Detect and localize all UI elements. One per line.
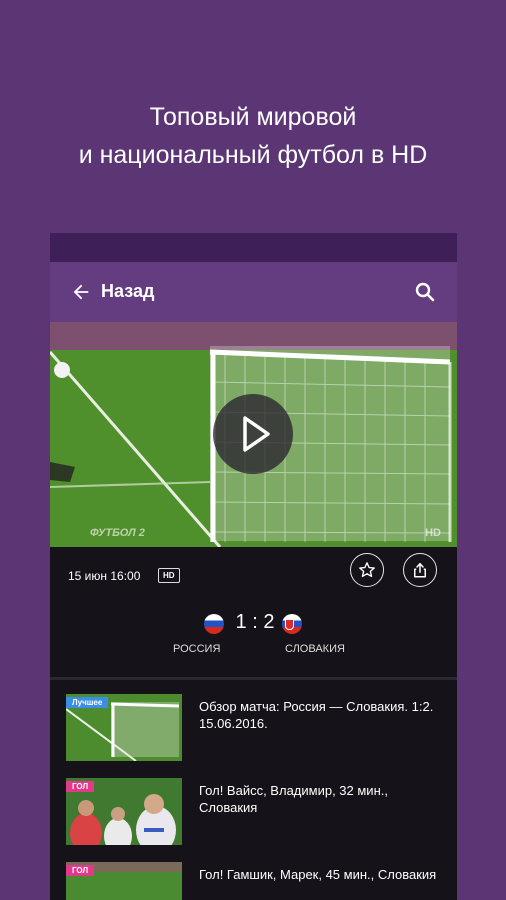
- hd-badge: HD: [158, 568, 180, 583]
- headline-line-2: и национальный футбол в HD: [78, 141, 428, 169]
- play-button[interactable]: [213, 394, 293, 474]
- list-item[interactable]: ГОЛ Гол! Вайсс, Владимир, 32 мин., Слова…: [50, 764, 457, 848]
- app-bar: Назад: [50, 262, 457, 322]
- match-date: 15 июн 16:00: [68, 569, 141, 583]
- list-item-title: Гол! Гамшик, Марек, 45 мин., Словакия: [199, 867, 437, 882]
- hd-watermark: HD: [425, 527, 441, 539]
- headline-line-1: Топовый мировой: [149, 103, 357, 131]
- share-button[interactable]: [403, 553, 437, 587]
- match-score: 1 : 2: [235, 611, 275, 633]
- promo-headline: Топовый мировой и национальный футбол в …: [0, 98, 506, 174]
- play-icon: [243, 416, 270, 452]
- russia-flag-icon: [204, 614, 224, 634]
- list-item-title: Обзор матча: Россия — Словакия. 1:2. 15.…: [199, 699, 434, 731]
- search-icon[interactable]: [413, 280, 437, 304]
- video-player[interactable]: ФУТБОЛ 2 HD: [50, 322, 457, 547]
- back-arrow-icon[interactable]: [70, 281, 92, 303]
- video-thumbnail: ГОЛ: [66, 862, 182, 900]
- list-item-title: Гол! Вайсс, Владимир, 32 мин., Словакия: [199, 783, 388, 815]
- list-item[interactable]: Лучшее Обзор матча: Россия — Словакия. 1…: [50, 680, 457, 764]
- video-thumbnail: ГОЛ: [66, 778, 182, 845]
- slovakia-flag-icon: [282, 614, 302, 634]
- share-icon: [414, 562, 426, 578]
- away-team-name: СЛОВАКИЯ: [285, 643, 345, 655]
- back-button[interactable]: Назад: [101, 281, 154, 302]
- status-bar: [50, 233, 457, 262]
- phone-screen: Назад ФУТБОЛ 2 HD 15 июн 16:00 HD 1: 2 …: [50, 233, 457, 900]
- favorite-button[interactable]: [350, 553, 384, 587]
- thumbnail-badge: Лучшее: [66, 697, 109, 708]
- video-thumbnail: Лучшее: [66, 694, 182, 761]
- highlights-list: Лучшее Обзор матча: Россия — Словакия. 1…: [50, 680, 457, 900]
- star-icon: [359, 562, 375, 578]
- thumbnail-badge: ГОЛ: [66, 781, 95, 792]
- list-item[interactable]: ГОЛ Гол! Гамшик, Марек, 45 мин., Словаки…: [50, 848, 457, 900]
- channel-logo: ФУТБОЛ 2: [90, 527, 145, 539]
- thumbnail-badge: ГОЛ: [66, 865, 95, 876]
- home-team-name: РОССИЯ: [173, 643, 221, 655]
- match-info: 15 июн 16:00 HD 1 : 2 РОССИЯ СЛОВАКИЯ: [50, 547, 457, 677]
